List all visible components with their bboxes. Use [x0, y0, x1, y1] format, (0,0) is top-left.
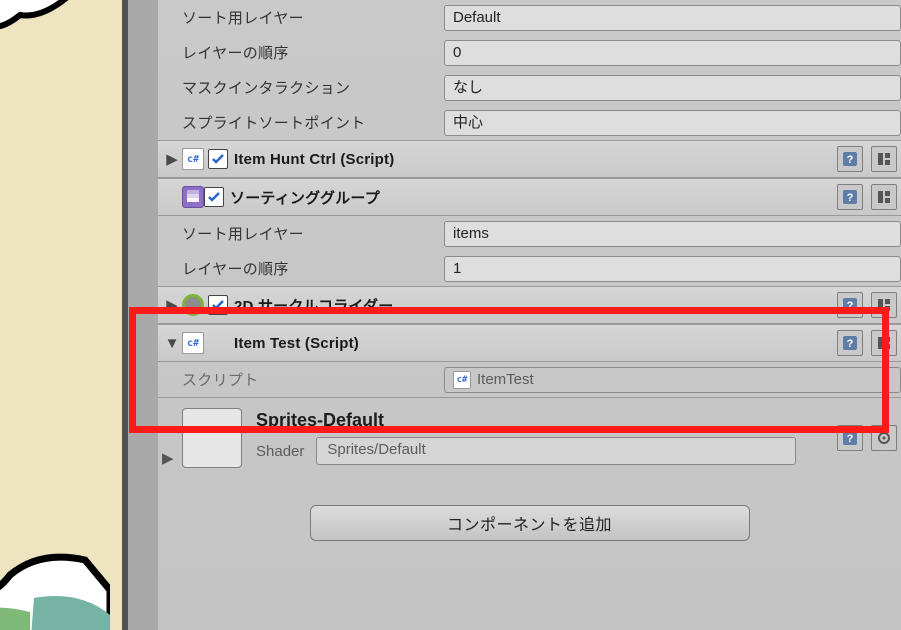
label-sg-order-in-layer: レイヤーの順序 — [182, 258, 444, 279]
help-button[interactable]: ? — [837, 292, 863, 318]
svg-text:?: ? — [847, 192, 854, 204]
foldout-icon[interactable]: ▶ — [162, 449, 174, 467]
row-sprite-sort-point: スプライトソートポイント 中心 — [158, 105, 901, 140]
sprite-shape-bottom — [0, 480, 110, 630]
field-item-test-script: c# ItemTest — [444, 367, 901, 393]
field-sg-order-in-layer[interactable]: 1 — [444, 256, 901, 282]
material-name: Sprites-Default — [256, 410, 796, 431]
shader-label: Shader — [256, 443, 304, 460]
scene-preview — [0, 0, 128, 630]
foldout-icon[interactable]: ▼ — [164, 335, 180, 351]
component-title: 2D サークルコライダー — [234, 295, 393, 316]
field-mask-interaction[interactable]: なし — [444, 75, 901, 101]
shader-dropdown[interactable]: Sprites/Default — [316, 437, 796, 465]
svg-text:?: ? — [847, 154, 854, 166]
component-sorting-group: ▶ ソーティンググループ ? — [158, 178, 901, 216]
field-order-in-layer[interactable]: 0 — [444, 40, 901, 66]
enable-checkbox[interactable] — [208, 295, 228, 315]
row-sg-order-in-layer: レイヤーの順序 1 — [158, 251, 901, 286]
help-button[interactable]: ? — [837, 425, 863, 451]
svg-text:?: ? — [847, 433, 854, 445]
field-sprite-sort-point[interactable]: 中心 — [444, 110, 901, 136]
preset-button[interactable] — [871, 330, 897, 356]
component-title: Item Hunt Ctrl (Script) — [234, 151, 394, 168]
help-button[interactable]: ? — [837, 184, 863, 210]
label-sprite-sort-point: スプライトソートポイント — [182, 112, 444, 133]
preset-button[interactable] — [871, 146, 897, 172]
component-title: Item Test (Script) — [234, 335, 359, 352]
svg-text:?: ? — [847, 338, 854, 350]
row-item-test-script: スクリプト c# ItemTest — [158, 362, 901, 397]
add-component-button[interactable]: コンポーネントを追加 — [310, 505, 750, 541]
csharp-script-icon: c# — [453, 371, 471, 389]
csharp-script-icon: c# — [182, 332, 204, 354]
field-sg-sorting-layer[interactable]: items — [444, 221, 901, 247]
enable-checkbox[interactable] — [204, 187, 224, 207]
settings-button[interactable] — [871, 425, 897, 451]
material-thumbnail[interactable] — [182, 408, 242, 468]
row-sorting-layer: ソート用レイヤー Default — [158, 0, 901, 35]
foldout-icon[interactable]: ▶ — [164, 151, 180, 167]
field-sorting-layer[interactable]: Default — [444, 5, 901, 31]
component-title: ソーティンググループ — [230, 187, 380, 208]
label-sorting-layer: ソート用レイヤー — [182, 7, 444, 28]
label-order-in-layer: レイヤーの順序 — [182, 42, 444, 63]
sorting-group-icon — [182, 186, 204, 208]
row-sg-sorting-layer: ソート用レイヤー items — [158, 216, 901, 251]
row-mask-interaction: マスクインタラクション なし — [158, 70, 901, 105]
add-component-row: コンポーネントを追加 — [158, 505, 901, 541]
label-mask-interaction: マスクインタラクション — [182, 77, 444, 98]
script-value: ItemTest — [477, 370, 534, 390]
row-order-in-layer: レイヤーの順序 0 — [158, 35, 901, 70]
preset-button[interactable] — [871, 184, 897, 210]
label-item-test-script: スクリプト — [182, 369, 444, 390]
sprite-shape-top — [0, 0, 120, 50]
component-item-hunt-ctrl: ▶ c# Item Hunt Ctrl (Script) ? — [158, 140, 901, 178]
preset-button[interactable] — [871, 292, 897, 318]
material-section: ▶ Sprites-Default Shader Sprites/Default… — [158, 397, 901, 477]
help-button[interactable]: ? — [837, 330, 863, 356]
component-item-test: ▼ c# Item Test (Script) ? — [158, 324, 901, 362]
component-circle-collider-2d: ▶ 2D サークルコライダー ? — [158, 286, 901, 324]
enable-checkbox[interactable] — [208, 149, 228, 169]
foldout-icon[interactable]: ▶ — [164, 297, 180, 313]
circle-collider-icon — [182, 294, 204, 316]
csharp-script-icon: c# — [182, 148, 204, 170]
svg-text:?: ? — [847, 300, 854, 312]
label-sg-sorting-layer: ソート用レイヤー — [182, 223, 444, 244]
inspector-panel: ソート用レイヤー Default レイヤーの順序 0 マスクインタラクション な… — [158, 0, 901, 630]
help-button[interactable]: ? — [837, 146, 863, 172]
